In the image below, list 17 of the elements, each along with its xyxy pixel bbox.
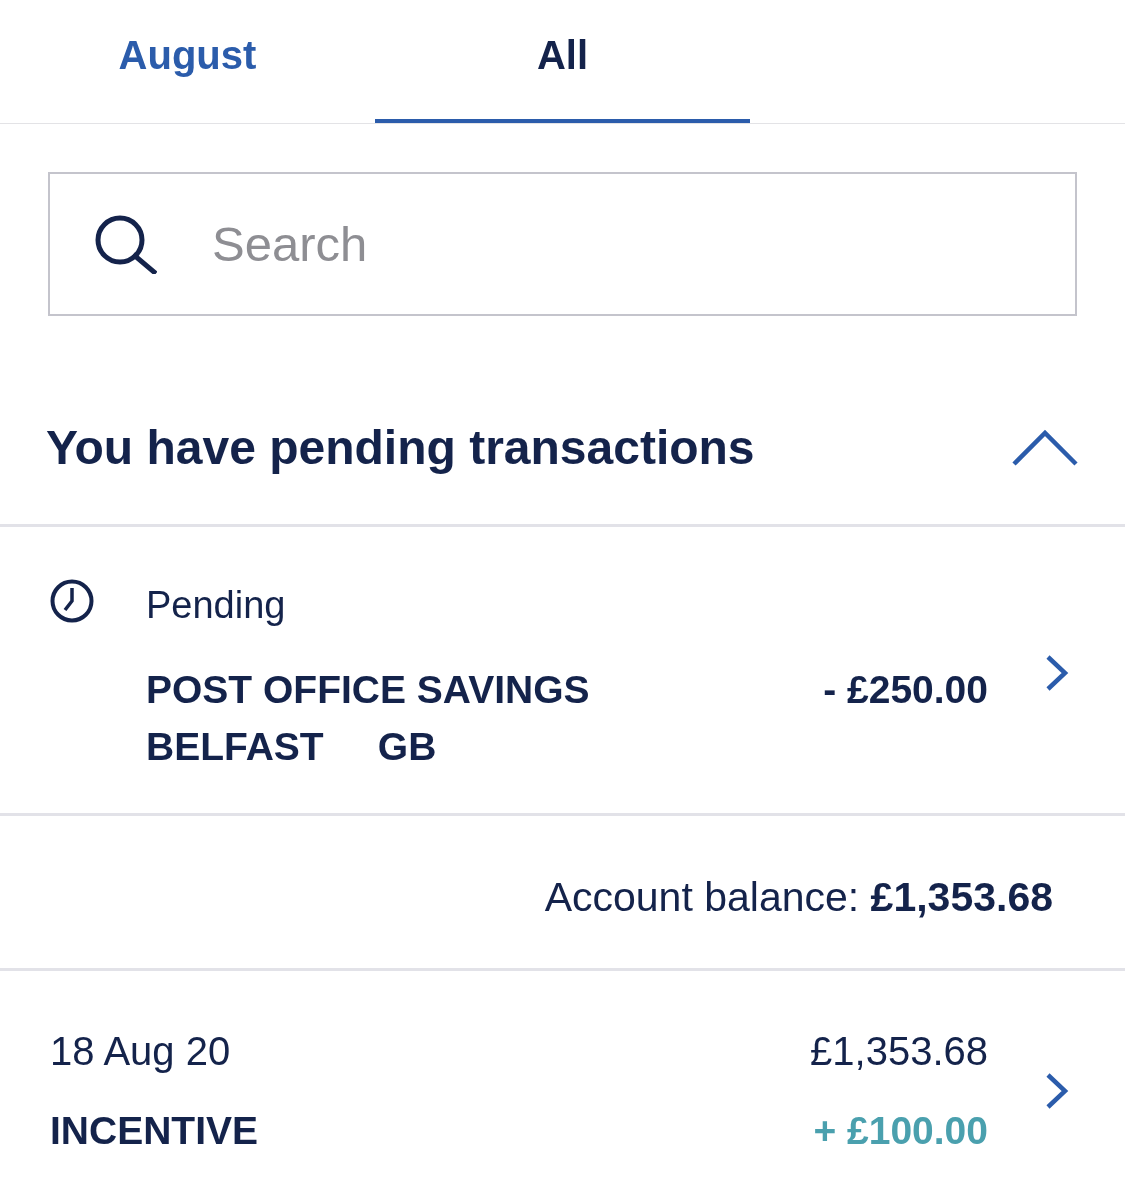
transaction-description: INCENTIVE (50, 1108, 259, 1154)
balance-text: £1,353.68 (810, 1028, 988, 1075)
chevron-right-icon (1045, 1072, 1069, 1110)
chevron-right-icon (1045, 654, 1069, 692)
amount-text: - £250.00 (823, 667, 988, 713)
date-text: 18 Aug 20 (50, 1028, 232, 1075)
section-heading: You have pending transactions (46, 420, 755, 477)
search-field[interactable]: Search (48, 172, 1077, 316)
search-icon (93, 214, 157, 274)
amount-text: + £100.00 (812, 1108, 988, 1154)
merchant-text: BELFAST GB (146, 724, 438, 770)
account-balance-text: Account balance: £1,353.68 (544, 873, 1053, 923)
merchant-text: POST OFFICE SAVINGS (146, 667, 590, 713)
tab[interactable]: August (0, 0, 375, 123)
clock-icon (50, 579, 94, 623)
status-label: Pending (146, 583, 287, 628)
tab[interactable]: All (375, 0, 750, 123)
